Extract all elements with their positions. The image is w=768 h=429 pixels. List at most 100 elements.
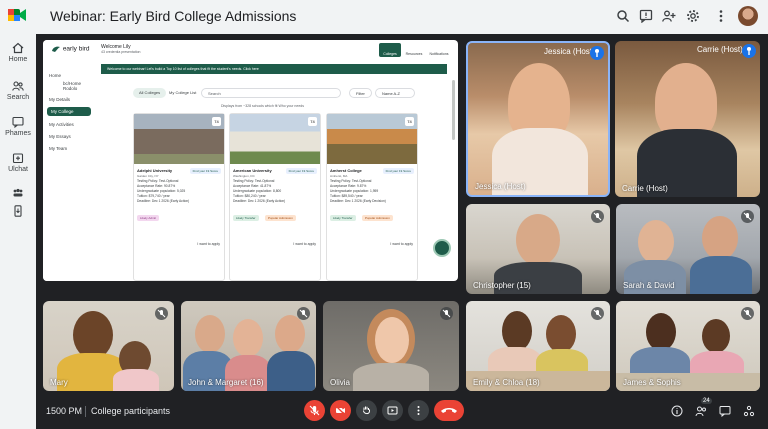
phone-icon [14, 205, 22, 217]
rail-item-ulchat[interactable]: Ulchat [0, 152, 36, 173]
meeting-title: Webinar: Early Bird College Admissions [50, 8, 297, 24]
participant-name: Olivia [330, 378, 351, 387]
participant-body [267, 351, 315, 391]
mic-off-icon [741, 210, 754, 223]
participant-name: James & Sophis [623, 378, 681, 387]
college-card[interactable]: 74 American University Washington, DC Fi… [229, 113, 321, 281]
apply-link[interactable]: I want to apply [197, 242, 220, 246]
meet-logo-icon [8, 9, 26, 21]
participant-tile-mary[interactable]: Mary [43, 301, 174, 391]
rail-item-phone[interactable] [0, 205, 36, 219]
webinar-banner[interactable]: Welcome to our webinar! Let's build a To… [101, 64, 447, 74]
mic-toggle-button[interactable] [304, 400, 325, 421]
participant-tile-james-sophis[interactable]: James & Sophis [616, 301, 760, 391]
raise-hand-button[interactable] [356, 400, 377, 421]
meet-window: Home Search Phames Ulchat Webinar: Early… [0, 0, 768, 429]
meeting-time: 1500 PM [46, 406, 83, 416]
rail-item-phames[interactable]: Phames [0, 116, 36, 137]
college-card[interactable]: 74 Adelphi University Garden City, NY Fi… [133, 113, 225, 281]
shared-app-sidebar: early bird Home bc/Home Rodolo My Detail… [43, 40, 98, 281]
chat-icon[interactable] [719, 405, 731, 417]
fit-score-button[interactable]: Find your Fit Score [189, 168, 221, 174]
more-options-button[interactable] [408, 400, 429, 421]
participant-face [638, 220, 674, 264]
account-avatar[interactable] [738, 6, 758, 26]
welcome-header: Welcome Lily 43 credentia presentation [101, 44, 141, 54]
college-card[interactable]: 74 Amherst College Amherst, MA Find your… [326, 113, 418, 281]
bird-icon [52, 46, 60, 52]
rail-label-search: Search [6, 94, 30, 101]
add-people-icon[interactable] [662, 9, 676, 23]
participant-tile-carrie[interactable]: Carrie (Host) Carrie (Host) [615, 41, 760, 197]
activities-icon[interactable] [743, 405, 755, 417]
search-icon[interactable] [616, 9, 630, 23]
rail-item-group[interactable] [0, 187, 36, 201]
hang-up-icon [441, 408, 457, 413]
home-icon [12, 42, 24, 54]
pin-icon[interactable] [590, 46, 604, 60]
mic-off-icon [591, 210, 604, 223]
tab-notifications[interactable]: Notifications [428, 43, 450, 57]
more-options-icon[interactable] [714, 9, 728, 23]
feedback-icon[interactable] [639, 9, 653, 23]
participant-tile-emily-chloa[interactable]: Emily & Chloa (18) [466, 301, 610, 391]
nav-my-details[interactable]: My Details [49, 97, 70, 102]
nav-my-college[interactable]: My College [47, 107, 91, 116]
rail-item-search[interactable]: Search [0, 80, 36, 101]
sort-select[interactable]: Name A-Z [375, 88, 415, 98]
nav-my-essays[interactable]: My Essays [49, 134, 71, 139]
nav-home[interactable]: Home [49, 73, 61, 78]
pill-all-colleges[interactable]: All Colleges [133, 88, 167, 98]
present-button[interactable] [382, 400, 403, 421]
mic-off-icon [309, 405, 320, 416]
rail-label-ulchat: Ulchat [8, 166, 28, 173]
people-icon[interactable] [695, 405, 707, 417]
participant-tile-olivia[interactable]: Olivia [323, 301, 459, 391]
participant-name: Christopher (15) [473, 281, 531, 290]
nav-home-sub[interactable]: bc/Home Rodolo [63, 81, 93, 91]
tab-colleges[interactable]: Colleges [379, 43, 401, 57]
participant-face [375, 317, 409, 363]
participant-tile-jessica[interactable]: Jessica (Host) Jessica (Host) [466, 41, 610, 197]
nav-my-activities[interactable]: My Activities [49, 122, 74, 127]
mic-off-icon [741, 307, 754, 320]
settings-icon[interactable] [686, 9, 700, 23]
fit-score-button[interactable]: Find your Fit Score [382, 168, 414, 174]
shared-screen: early bird Home bc/Home Rodolo My Detail… [43, 40, 458, 281]
apply-link[interactable]: I want to apply [293, 242, 316, 246]
group-icon [13, 188, 23, 197]
card-badge: 74 [405, 117, 414, 126]
participant-tile-john-margaret[interactable]: John & Margaret (16) [181, 301, 316, 391]
filter-button[interactable]: Filter [349, 88, 372, 98]
participant-count-badge: 24 [701, 398, 712, 404]
info-icon[interactable] [671, 405, 683, 417]
assistant-fab[interactable] [433, 239, 451, 257]
participant-tile-sarah-david[interactable]: Sarah & David [616, 204, 760, 294]
participant-body [113, 369, 159, 391]
add-icon [12, 153, 24, 164]
admit-tag: Likely Transfer [233, 215, 259, 221]
nav-my-team[interactable]: My Team [49, 146, 67, 151]
participant-name: Jessica (Host) [475, 182, 526, 191]
fit-score-button[interactable]: Find your Fit Score [285, 168, 317, 174]
participant-face [516, 214, 560, 266]
tab-resources[interactable]: Resources [403, 43, 425, 57]
card-badge: 74 [308, 117, 317, 126]
participant-body [690, 256, 752, 294]
pin-icon[interactable] [742, 44, 756, 58]
apply-link[interactable]: I want to apply [390, 242, 413, 246]
participant-face [73, 311, 113, 359]
participant-face [702, 216, 738, 260]
participant-tile-christopher[interactable]: Christopher (15) [466, 204, 610, 294]
pill-my-college-list[interactable]: My College List [163, 88, 202, 98]
admit-tag: Likely Admit [137, 215, 160, 221]
scrollbar[interactable] [452, 80, 455, 140]
camera-toggle-button[interactable] [330, 400, 351, 421]
participant-face [702, 319, 730, 353]
participant-face [502, 311, 532, 351]
college-search-input[interactable]: Search [201, 88, 341, 98]
rail-item-home[interactable]: Home [0, 42, 36, 63]
leave-call-button[interactable] [434, 400, 464, 421]
participant-body [353, 363, 429, 391]
rail-label-home: Home [8, 56, 28, 63]
